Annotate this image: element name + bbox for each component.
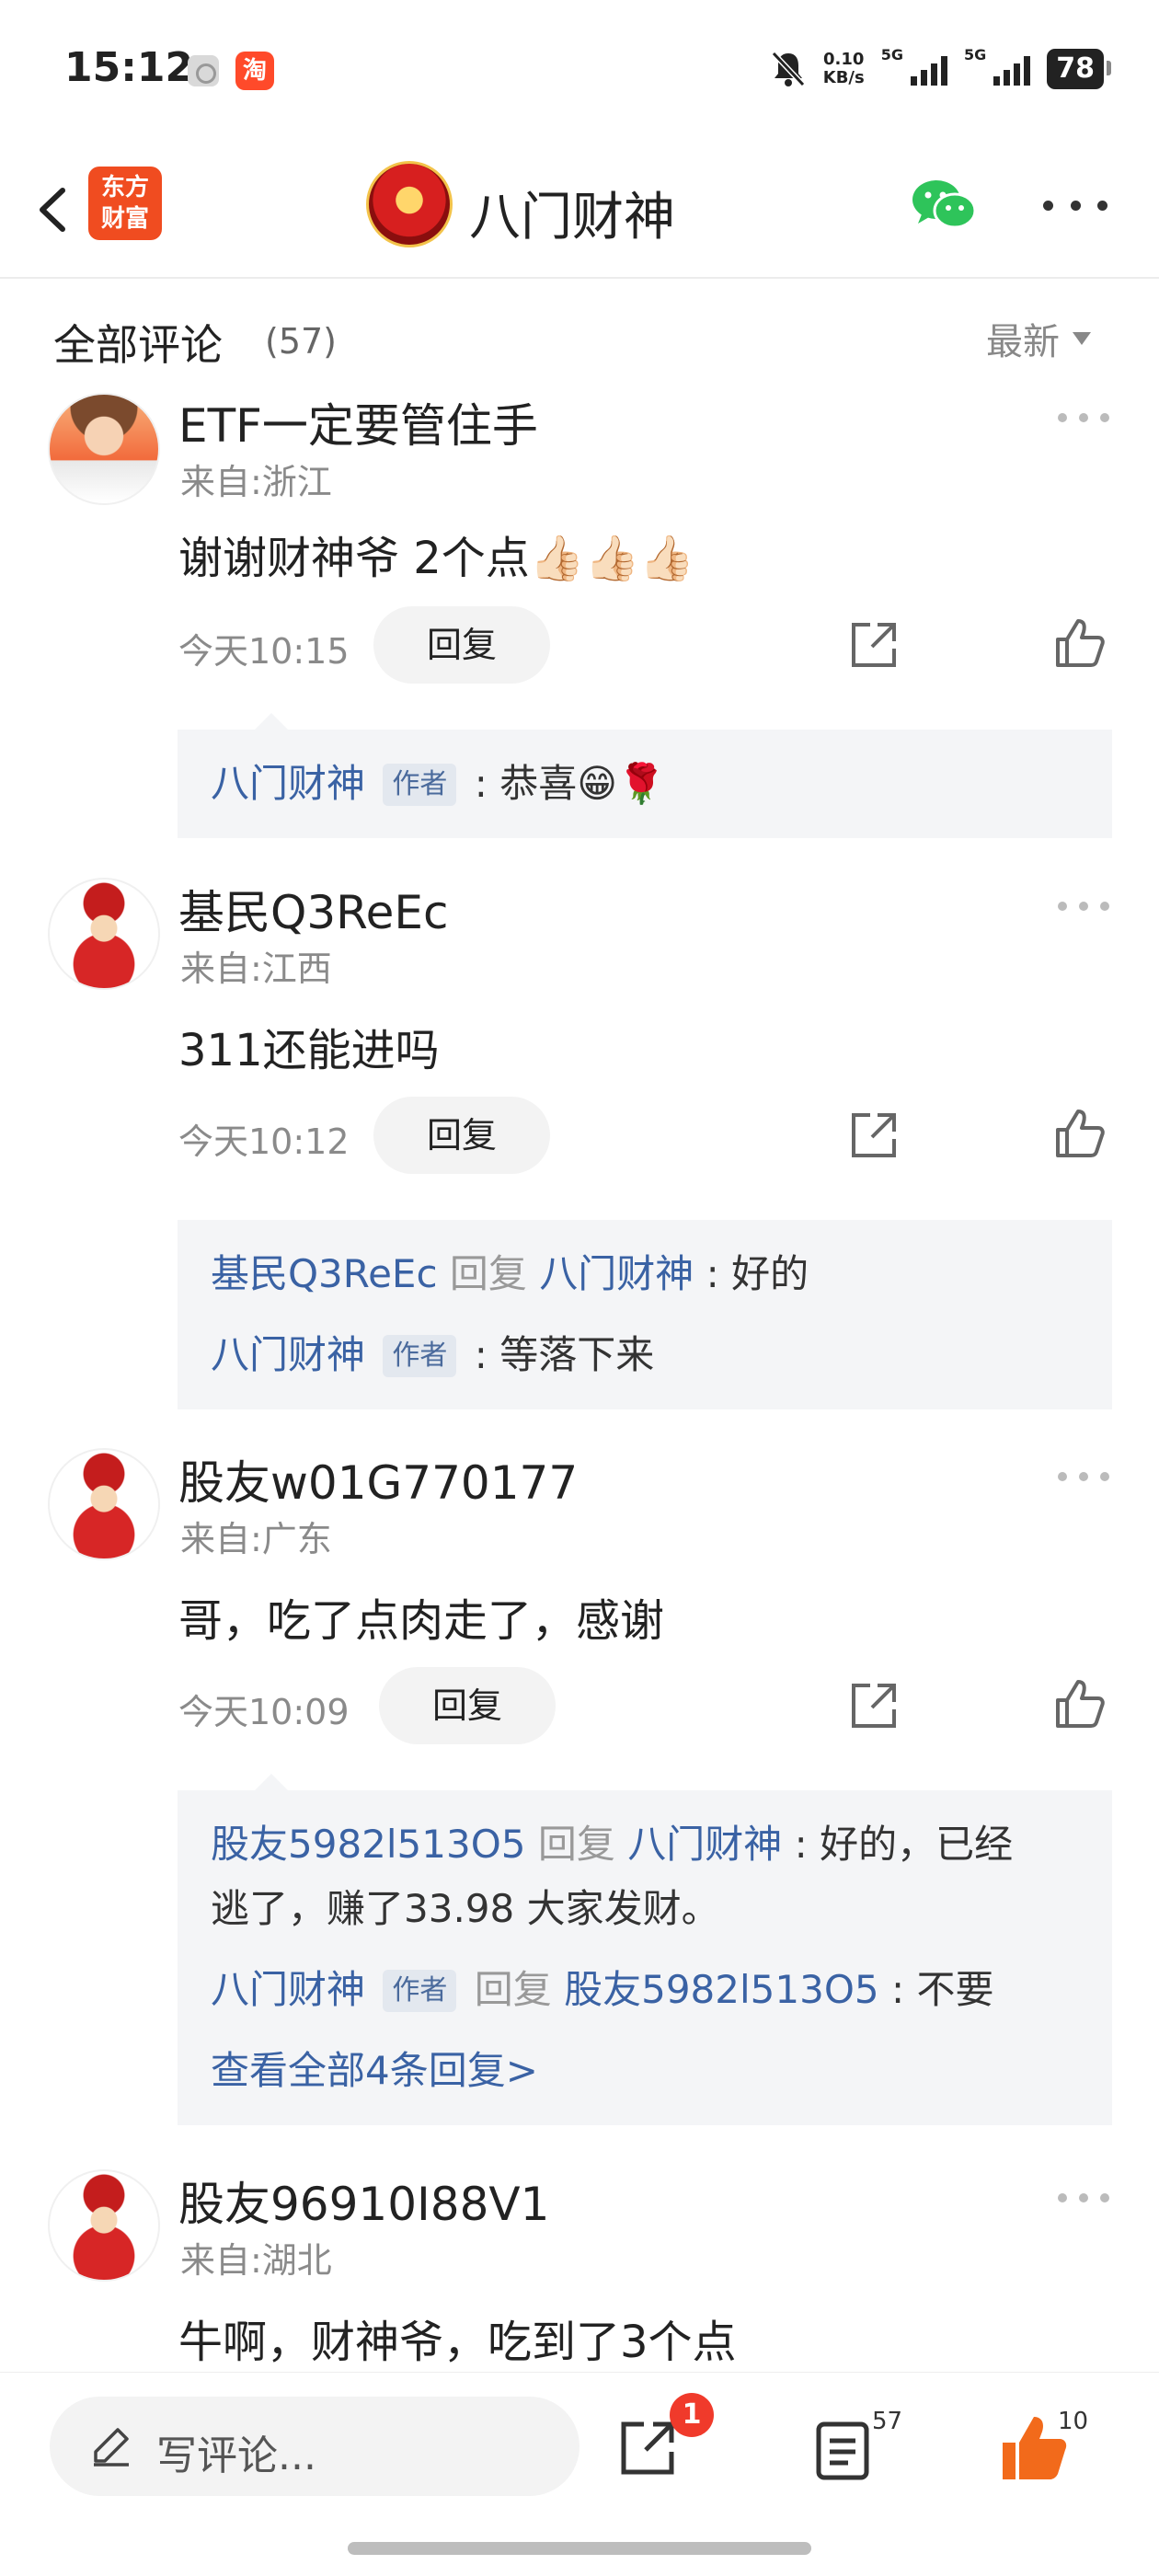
wechat-icon[interactable] — [909, 176, 979, 235]
share-icon[interactable] — [844, 1106, 903, 1165]
more-icon[interactable] — [1043, 194, 1107, 216]
write-comment-input[interactable]: 写评论... — [50, 2397, 580, 2496]
comment-item: ETF一定要管住手 来自:浙江 谢谢财神爷 2个点👍🏻👍🏻👍🏻 今天10:15 … — [0, 382, 1159, 842]
status-bar: 15:12 淘 0.10 KB/s 5G 5G 78 — [0, 0, 1159, 143]
view-all-replies-link[interactable]: 查看全部4条回复> — [211, 2039, 1079, 2103]
net-speed: 0.10 KB/s — [822, 50, 865, 87]
eastmoney-logo[interactable]: 东方 财富 — [88, 167, 162, 240]
reply-word: 回复 — [537, 1822, 615, 1867]
reply-box: 基民Q3ReEc 回复 八门财神 : 好的 八门财神 作者 : 等落下来 — [178, 1220, 1112, 1409]
reply-target-name[interactable]: 八门财神 — [627, 1822, 782, 1867]
comment-time: 今天10:09 — [178, 1692, 350, 1732]
status-indicators: 0.10 KB/s 5G 5G 78 — [770, 46, 1111, 92]
nav-bar: 东方 财富 八门财神 — [0, 143, 1159, 279]
reply-line: 八门财神 作者 : 等落下来 — [211, 1332, 655, 1377]
sig1-label: 5G — [880, 46, 903, 63]
comment-time: 今天10:12 — [178, 1121, 350, 1162]
reply-target-name[interactable]: 股友5982l513O5 — [564, 1967, 879, 2012]
comment-more-icon[interactable] — [1058, 2193, 1109, 2206]
comments-count: (57) — [265, 321, 338, 362]
reply-line: 八门财神 作者 : 恭喜😁🌹 — [211, 761, 666, 806]
comment-text: 311还能进吗 — [178, 1025, 440, 1076]
signal-icon-2 — [993, 52, 1031, 86]
comment-location: 来自:浙江 — [180, 462, 332, 502]
author-avatar[interactable] — [366, 161, 453, 247]
battery-indicator: 78 — [1047, 49, 1111, 89]
page-title[interactable]: 八门财神 — [469, 176, 675, 250]
reply-text: 等落下来 — [499, 1332, 655, 1377]
signal-icon-1 — [910, 52, 947, 86]
reply-author-name[interactable]: 股友5982l513O5 — [211, 1822, 526, 1867]
dropdown-triangle-icon — [1073, 332, 1091, 345]
avatar[interactable] — [48, 393, 160, 505]
reply-line-cont: 逃了，赚了33.98 大家发财。 — [211, 1886, 720, 1931]
comment-location: 来自:江西 — [180, 949, 332, 989]
reply-button[interactable]: 回复 — [379, 1667, 556, 1744]
comments-list-icon[interactable] — [813, 2419, 872, 2481]
reply-button[interactable]: 回复 — [373, 606, 550, 684]
comment-time: 今天10:15 — [178, 631, 350, 672]
reply-text: 不要 — [916, 1967, 994, 2012]
like-icon[interactable] — [1049, 1104, 1107, 1163]
reply-line: 基民Q3ReEc 回复 八门财神 : 好的 — [211, 1251, 809, 1296]
home-indicator[interactable] — [348, 2542, 811, 2555]
comment-text: 哥，吃了点肉走了，感谢 — [178, 1595, 665, 1647]
status-time: 15:12 — [64, 44, 194, 91]
comment-more-icon[interactable] — [1058, 413, 1109, 426]
settings-app-icon — [188, 55, 219, 86]
reply-author-name[interactable]: 八门财神 — [211, 1967, 365, 2012]
comment-more-icon[interactable] — [1058, 1472, 1109, 1485]
share-icon[interactable] — [844, 1676, 903, 1735]
comment-text: 谢谢财神爷 2个点👍🏻👍🏻👍🏻 — [178, 533, 695, 584]
avatar[interactable] — [48, 1448, 160, 1560]
reply-line: 股友5982l513O5 回复 八门财神 : 好的，已经 — [211, 1822, 1014, 1867]
share-icon[interactable] — [614, 2415, 681, 2481]
like-icon[interactable] — [1049, 614, 1107, 673]
comment-item: 股友w01G770177 来自:广东 哥，吃了点肉走了，感谢 今天10:09 回… — [0, 1443, 1159, 2142]
share-badge: 1 — [670, 2393, 714, 2437]
author-tag: 作者 — [383, 1970, 457, 2012]
comments-header: 全部评论 (57) 最新 — [0, 279, 1159, 382]
reply-target-name[interactable]: 八门财神 — [539, 1251, 694, 1296]
comment-more-icon[interactable] — [1058, 902, 1109, 914]
reply-button[interactable]: 回复 — [373, 1097, 550, 1174]
write-placeholder: 写评论... — [156, 2432, 316, 2479]
comment-count: 57 — [872, 2408, 903, 2435]
reply-author-name[interactable]: 基民Q3ReEc — [211, 1251, 438, 1296]
avatar[interactable] — [48, 2169, 160, 2282]
comment-username[interactable]: 股友w01G770177 — [178, 1446, 578, 1512]
author-tag: 作者 — [383, 1335, 457, 1377]
sort-dropdown[interactable]: 最新 — [986, 312, 1091, 365]
comments-title: 全部评论 — [53, 320, 223, 370]
comment-location: 来自:广东 — [180, 1519, 332, 1559]
comment-text: 牛啊，财神爷，吃到了3个点 — [178, 2317, 737, 2368]
comment-item: 基民Q3ReEc 来自:江西 311还能进吗 今天10:12 回复 基民Q3Re… — [0, 872, 1159, 1409]
reply-author-name[interactable]: 八门财神 — [211, 761, 365, 806]
reply-text: 好的，已经 — [820, 1822, 1014, 1867]
taobao-app-icon: 淘 — [235, 52, 274, 90]
like-count: 10 — [1058, 2408, 1089, 2435]
bottom-action-bar: 写评论... 1 57 10 — [0, 2372, 1159, 2576]
like-icon[interactable] — [1049, 1674, 1107, 1733]
back-icon[interactable] — [26, 178, 81, 242]
comment-item: 股友96910I88V1 来自:湖北 牛啊，财神爷，吃到了3个点 — [0, 2164, 1159, 2372]
share-icon[interactable] — [844, 615, 903, 674]
reply-box: 股友5982l513O5 回复 八门财神 : 好的，已经 逃了，赚了33.98 … — [178, 1774, 1112, 2125]
comment-username[interactable]: 基民Q3ReEc — [178, 876, 449, 942]
sig2-label: 5G — [963, 46, 987, 63]
reply-text: 好的 — [731, 1251, 809, 1296]
pencil-icon — [94, 2428, 129, 2467]
comment-username[interactable]: 股友96910I88V1 — [178, 2168, 549, 2234]
avatar[interactable] — [48, 878, 160, 990]
reply-text: 恭喜😁🌹 — [499, 761, 666, 806]
comment-username[interactable]: ETF一定要管住手 — [178, 389, 538, 455]
author-tag: 作者 — [383, 764, 457, 806]
reply-word: 回复 — [474, 1967, 552, 2012]
reply-word: 回复 — [449, 1251, 527, 1296]
mute-bell-icon — [771, 51, 805, 87]
comment-location: 来自:湖北 — [180, 2240, 332, 2281]
reply-line: 八门财神 作者 回复 股友5982l513O5 : 不要 — [211, 1967, 994, 2012]
reply-box: 八门财神 作者 : 恭喜😁🌹 — [178, 713, 1112, 838]
reply-author-name[interactable]: 八门财神 — [211, 1332, 365, 1377]
